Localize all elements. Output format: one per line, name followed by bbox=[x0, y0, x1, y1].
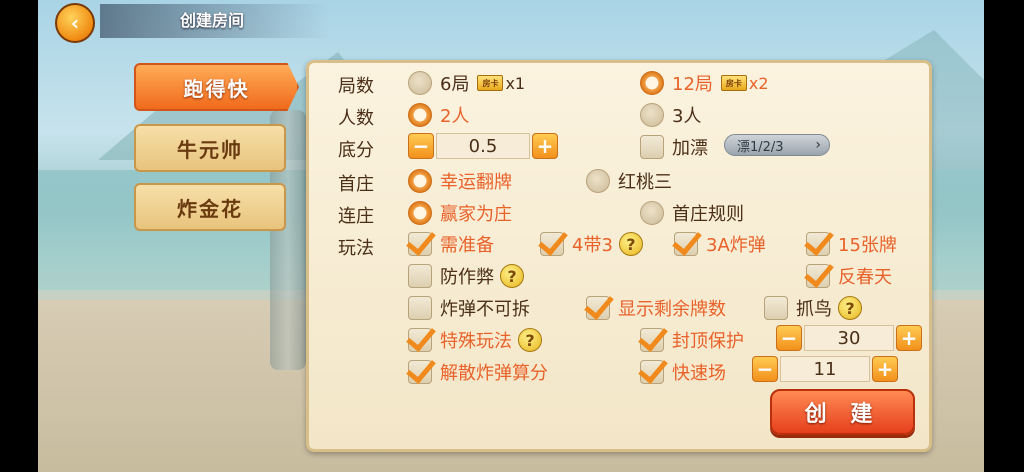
label-shouzhuang: 首庄 bbox=[338, 174, 374, 195]
room-card-icon: 房卡 bbox=[477, 75, 504, 91]
create-room-button[interactable]: 创 建 bbox=[770, 389, 915, 435]
option-jiapiao[interactable]: 加漂 bbox=[640, 134, 708, 160]
radio-selected-icon bbox=[640, 71, 664, 95]
checkbox-checked-icon bbox=[640, 328, 664, 352]
radio-selected-icon bbox=[408, 201, 432, 225]
help-icon[interactable]: ? bbox=[518, 328, 542, 352]
tab-niuyuanshuai[interactable]: 牛元帅 bbox=[134, 124, 286, 172]
plus-button[interactable]: + bbox=[532, 133, 558, 159]
help-icon[interactable]: ? bbox=[838, 296, 862, 320]
checkbox-checked-icon bbox=[586, 296, 610, 320]
option-four-with-three[interactable]: 4带3 ? bbox=[540, 231, 643, 257]
option-cap-protection[interactable]: 封顶保护 bbox=[640, 327, 744, 353]
option-2-players[interactable]: 2人 bbox=[408, 102, 469, 128]
minus-button[interactable]: − bbox=[752, 356, 778, 382]
help-icon[interactable]: ? bbox=[618, 232, 643, 256]
fast-mode-value: 11 bbox=[780, 356, 870, 382]
label-renshu: 人数 bbox=[338, 108, 374, 129]
checkbox-checked-icon bbox=[806, 232, 830, 256]
option-3a-bomb[interactable]: 3A炸弹 bbox=[674, 231, 766, 257]
checkbox-checked-icon bbox=[408, 328, 432, 352]
option-need-ready[interactable]: 需准备 bbox=[408, 231, 494, 257]
option-anti-cheat[interactable]: 防作弊 ? bbox=[408, 263, 524, 289]
option-bomb-unsplittable[interactable]: 炸弹不可拆 bbox=[408, 295, 530, 321]
checkbox-checked-icon bbox=[408, 232, 432, 256]
help-icon[interactable]: ? bbox=[500, 264, 524, 288]
option-special-play[interactable]: 特殊玩法 ? bbox=[408, 327, 542, 353]
option-disband-bomb-score[interactable]: 解散炸弹算分 bbox=[408, 359, 548, 385]
option-show-remaining[interactable]: 显示剩余牌数 bbox=[586, 295, 726, 321]
checkbox-checked-icon bbox=[540, 232, 564, 256]
radio-icon bbox=[640, 103, 664, 127]
checkbox-icon bbox=[640, 135, 664, 159]
base-score-stepper: − 0.5 + bbox=[408, 132, 558, 160]
option-heart-three[interactable]: 红桃三 bbox=[586, 168, 672, 194]
back-arrow-icon: ‹ bbox=[70, 11, 80, 35]
checkbox-checked-icon bbox=[806, 264, 830, 288]
plus-button[interactable]: + bbox=[896, 325, 922, 351]
radio-icon bbox=[640, 201, 664, 225]
piao-options-dropdown[interactable]: 漂1/2/3 › bbox=[724, 134, 830, 156]
checkbox-icon bbox=[408, 296, 432, 320]
checkbox-checked-icon bbox=[408, 360, 432, 384]
chevron-right-icon: › bbox=[815, 137, 821, 153]
fast-mode-stepper: − 11 + bbox=[752, 355, 898, 383]
radio-icon bbox=[408, 71, 432, 95]
option-catch-bird[interactable]: 抓鸟 ? bbox=[764, 295, 862, 321]
label-lianzhuang: 连庄 bbox=[338, 206, 374, 227]
checkbox-icon bbox=[408, 264, 432, 288]
option-winner-dealer[interactable]: 赢家为庄 bbox=[408, 200, 512, 226]
checkbox-checked-icon bbox=[640, 360, 664, 384]
radio-selected-icon bbox=[408, 169, 432, 193]
tab-zhajinhua[interactable]: 炸金花 bbox=[134, 183, 286, 231]
label-jushu: 局数 bbox=[338, 76, 374, 97]
cap-value: 30 bbox=[804, 325, 894, 351]
plus-button[interactable]: + bbox=[872, 356, 898, 382]
minus-button[interactable]: − bbox=[408, 133, 434, 159]
option-6-rounds[interactable]: 6局 房卡 x1 bbox=[408, 70, 525, 96]
option-15-cards[interactable]: 15张牌 bbox=[806, 231, 897, 257]
radio-icon bbox=[586, 169, 610, 193]
room-card-icon: 房卡 bbox=[720, 75, 747, 91]
base-score-value: 0.5 bbox=[436, 133, 530, 159]
cap-value-stepper: − 30 + bbox=[776, 324, 922, 352]
label-wanfa: 玩法 bbox=[338, 238, 374, 259]
minus-button[interactable]: − bbox=[776, 325, 802, 351]
tab-paodekuai[interactable]: 跑得快 bbox=[134, 63, 299, 111]
checkbox-icon bbox=[764, 296, 788, 320]
option-3-players[interactable]: 3人 bbox=[640, 102, 701, 128]
option-first-dealer-rule[interactable]: 首庄规则 bbox=[640, 200, 744, 226]
label-difen: 底分 bbox=[338, 140, 374, 161]
radio-selected-icon bbox=[408, 103, 432, 127]
option-12-rounds[interactable]: 12局 房卡 x2 bbox=[640, 70, 769, 96]
back-button[interactable]: ‹ bbox=[55, 3, 95, 43]
option-fast-mode[interactable]: 快速场 bbox=[640, 359, 726, 385]
checkbox-checked-icon bbox=[674, 232, 698, 256]
page-title: 创建房间 bbox=[100, 4, 330, 38]
option-reverse-spring[interactable]: 反春天 bbox=[806, 263, 892, 289]
option-lucky-flip[interactable]: 幸运翻牌 bbox=[408, 168, 512, 194]
